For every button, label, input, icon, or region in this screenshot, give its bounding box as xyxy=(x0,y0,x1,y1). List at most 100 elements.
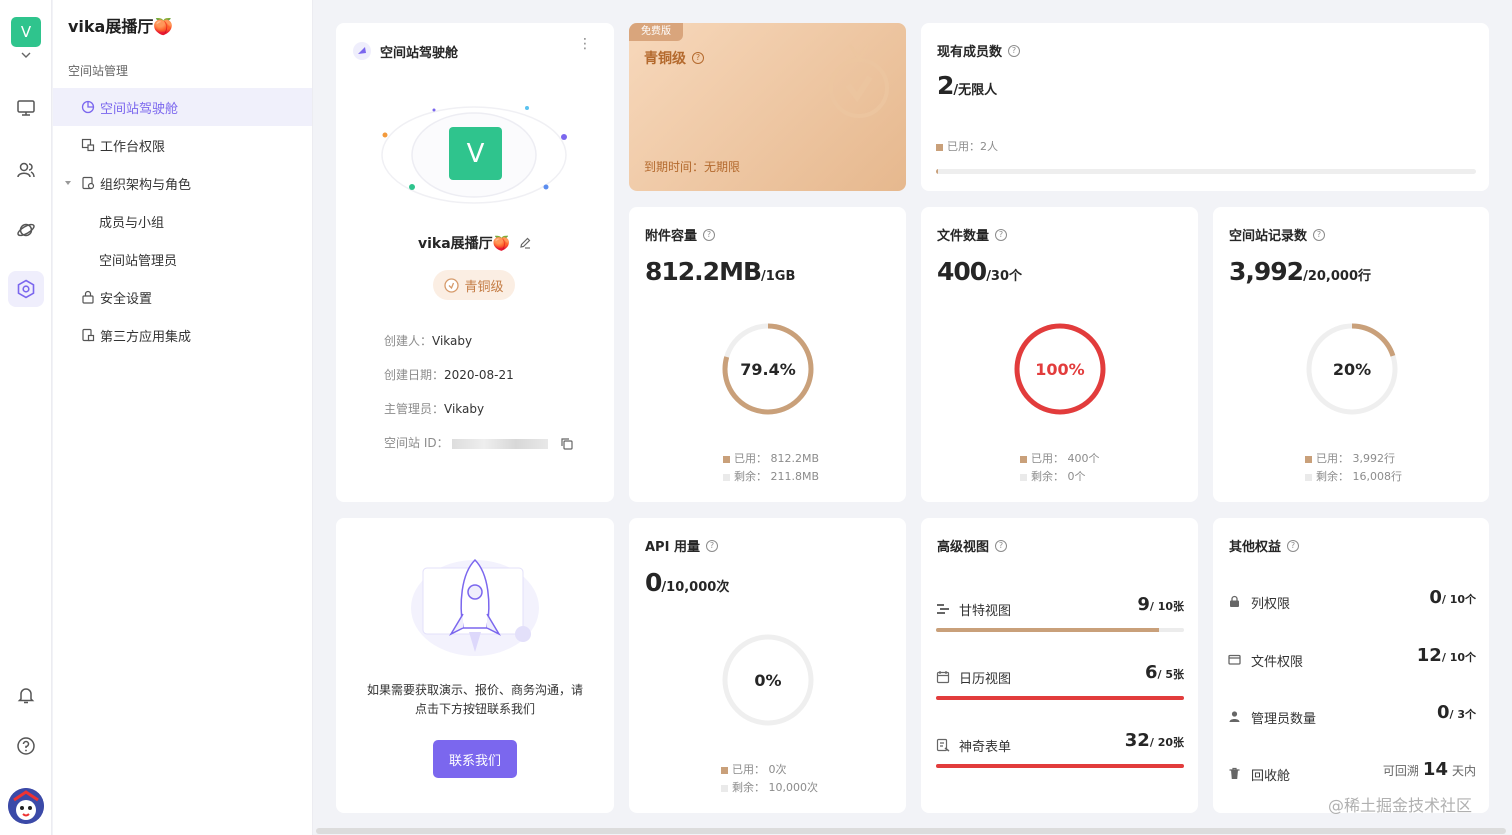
help-icon[interactable]: ? xyxy=(1287,539,1300,552)
admin-count-value: 0 xyxy=(1436,702,1450,723)
form-unit: / 20张 xyxy=(1149,736,1184,749)
created-date-value: 2020-08-21 xyxy=(444,368,514,382)
legend-swatch xyxy=(1020,473,1027,481)
attachments-amount: 812.2MB/1GB xyxy=(645,257,795,286)
gantt-value: 9 xyxy=(1137,594,1150,615)
records-card: 空间站记录数? 3,992/20,000行 20% 已用： 3,992行 剩余：… xyxy=(1213,207,1489,502)
help-icon[interactable] xyxy=(13,733,39,759)
help-icon[interactable]: ? xyxy=(995,539,1008,552)
members-unit: /无限人 xyxy=(953,83,998,98)
files-unit: /30个 xyxy=(986,269,1023,284)
main-admin-key: 主管理员： xyxy=(384,402,445,416)
legend-swatch xyxy=(721,784,728,792)
contact-text-line2: 点击下方按钮联系我们 xyxy=(414,702,535,716)
calendar-unit: / 5张 xyxy=(1157,668,1184,681)
calendar-progress-bar xyxy=(936,696,1184,700)
help-icon[interactable]: ? xyxy=(1008,44,1021,57)
tier-badge: 青铜级 xyxy=(433,270,515,300)
members-icon[interactable] xyxy=(13,157,39,183)
plan-tier: 青铜级 xyxy=(644,51,686,67)
column-permission-usage: 0/ 10个 xyxy=(1429,587,1476,608)
help-icon[interactable]: ? xyxy=(995,228,1008,241)
planet-icon[interactable] xyxy=(13,217,39,243)
sidebar-item-org-roles[interactable]: 组织架构与角色 xyxy=(53,164,312,202)
copy-icon[interactable] xyxy=(560,437,574,451)
records-legend: 已用： 3,992行 剩余： 16,008行 xyxy=(1305,450,1402,486)
more-options-icon[interactable]: ⋮ xyxy=(578,37,592,51)
attachments-title: 附件容量 xyxy=(645,229,698,244)
contact-us-button[interactable]: 联系我们 xyxy=(433,740,517,778)
legend-left-row: 剩余： 10,000次 xyxy=(721,779,818,797)
files-amount: 400/30个 xyxy=(937,257,1022,286)
contact-message: 如果需要获取演示、报价、商务沟通，请 点击下方按钮联系我们 xyxy=(336,681,614,719)
plan-card: 免费版 青铜级 ? 到期时间：无期限 xyxy=(629,23,906,191)
recycle-bin-label: 回收舱 xyxy=(1251,769,1291,784)
edit-icon[interactable] xyxy=(519,236,532,249)
legend-swatch xyxy=(1305,473,1312,481)
help-icon[interactable]: ? xyxy=(692,52,704,64)
workbench-icon[interactable] xyxy=(13,95,39,121)
gantt-icon xyxy=(937,604,949,614)
lock-icon xyxy=(1230,595,1239,607)
form-usage: 32/ 20张 xyxy=(1125,730,1184,751)
legend-used-row: 已用： 3,992行 xyxy=(1305,450,1402,468)
files-legend: 已用： 400个 剩余： 0个 xyxy=(1020,450,1100,486)
sidebar-item-dashboard[interactable]: 空间站驾驶舱 xyxy=(53,88,312,126)
plan-expire: 到期时间：无期限 xyxy=(644,160,741,174)
sidebar-item-members-groups[interactable]: 成员与小组 xyxy=(53,202,312,240)
sidebar-item-security[interactable]: 安全设置 xyxy=(53,278,312,316)
watermark: @稀土掘金技术社区 xyxy=(1328,796,1473,815)
space-management-icon[interactable] xyxy=(8,271,44,307)
overview-title: 空间站驾驶舱 xyxy=(380,45,459,61)
help-icon[interactable]: ? xyxy=(705,539,718,552)
caret-down-icon[interactable] xyxy=(63,178,73,188)
trash-icon xyxy=(1229,767,1240,779)
sidebar-item-workbench-permission[interactable]: 工作台权限 xyxy=(53,126,312,164)
legend-swatch xyxy=(1305,455,1312,463)
sidebar-item-integrations[interactable]: 第三方应用集成 xyxy=(53,316,312,354)
space-id-key: 空间站 ID： xyxy=(384,436,449,450)
sidebar-section-title: 空间站管理 xyxy=(68,64,129,78)
calendar-usage: 6/ 5张 xyxy=(1145,662,1184,683)
api-percent: 0% xyxy=(754,671,781,690)
gantt-usage: 9/ 10张 xyxy=(1137,594,1184,615)
creator-row: 创建人：Vikaby xyxy=(384,332,472,349)
sidebar-item-label: 组织架构与角色 xyxy=(100,177,192,193)
form-label: 神奇表单 xyxy=(959,740,1012,755)
calendar-value: 6 xyxy=(1144,662,1158,683)
attachments-unit: /1GB xyxy=(761,269,796,284)
notification-bell-icon[interactable] xyxy=(13,682,39,708)
advanced-title: 高级视图 xyxy=(937,540,990,555)
records-ring: 20% xyxy=(1306,323,1398,415)
sidebar-item-label: 空间站驾驶舱 xyxy=(100,101,179,117)
calendar-progress-fill xyxy=(936,696,1184,700)
admin-count-label: 管理员数量 xyxy=(1251,712,1317,727)
horizontal-scrollbar[interactable] xyxy=(316,828,1506,834)
file-permission-usage: 12/ 10个 xyxy=(1417,645,1476,666)
sidebar-item-admins[interactable]: 空间站管理员 xyxy=(53,240,312,278)
org-icon xyxy=(82,176,95,190)
records-percent: 20% xyxy=(1333,360,1371,379)
space-avatar[interactable]: V xyxy=(11,17,41,47)
help-icon[interactable]: ? xyxy=(1313,228,1326,241)
legend-swatch xyxy=(936,143,943,151)
created-date-row: 创建日期：2020-08-21 xyxy=(384,366,514,383)
file-permission-value: 12 xyxy=(1416,645,1442,666)
free-plan-badge: 免费版 xyxy=(629,23,683,41)
members-used-legend: 已用：2人 xyxy=(936,138,998,156)
main-admin-row: 主管理员：Vikaby xyxy=(384,400,484,417)
records-value: 3,992 xyxy=(1229,257,1304,286)
sidebar-item-label: 安全设置 xyxy=(100,291,153,307)
records-used: 已用： 3,992行 xyxy=(1316,452,1395,465)
others-header: 其他权益? xyxy=(1229,536,1300,555)
files-ring: 100% xyxy=(1014,323,1106,415)
chevron-down-icon[interactable] xyxy=(19,50,33,60)
help-icon[interactable]: ? xyxy=(703,228,716,241)
api-value: 0 xyxy=(645,568,662,597)
user-avatar[interactable] xyxy=(8,788,44,824)
column-permission-unit: / 10个 xyxy=(1441,593,1476,606)
main-admin-value: Vikaby xyxy=(444,402,485,416)
form-progress-fill xyxy=(936,764,1184,768)
admin-count-unit: / 3个 xyxy=(1449,708,1476,721)
recycle-bin-unit: 天内 xyxy=(1451,764,1476,778)
